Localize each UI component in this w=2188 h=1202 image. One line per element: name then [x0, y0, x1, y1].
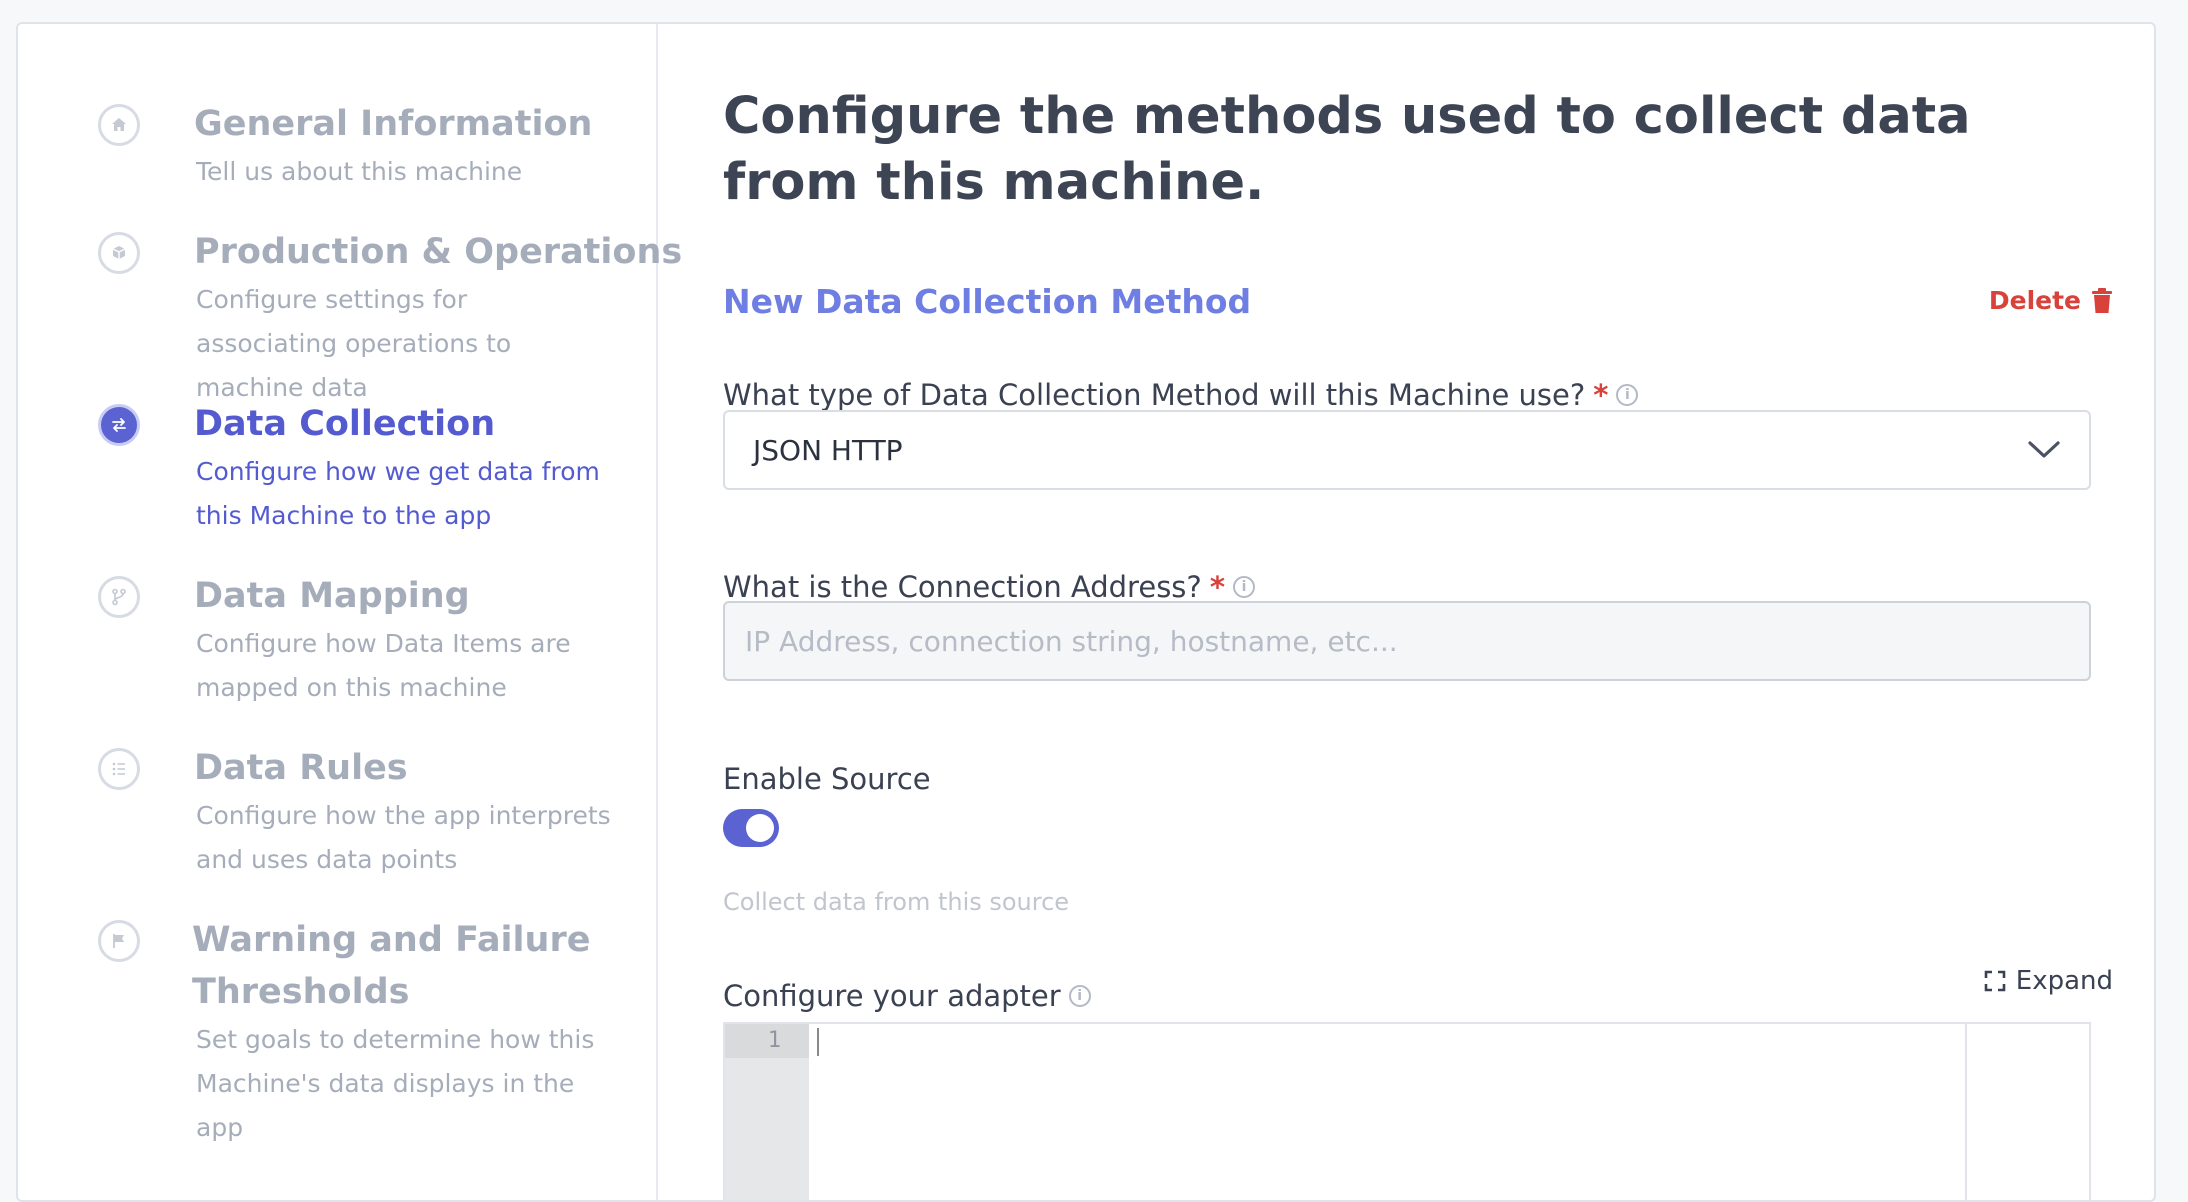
delete-button[interactable]: Delete: [1989, 286, 2113, 315]
adapter-config-label: Configure your adapter i: [723, 979, 1091, 1013]
list-icon: [98, 748, 140, 790]
step-title: General Information: [194, 104, 593, 144]
method-type-select[interactable]: JSON HTTP: [723, 410, 2091, 490]
editor-minimap: [1965, 1024, 2089, 1200]
step-title: Production & Operations: [194, 232, 683, 272]
trash-icon: [2092, 287, 2112, 313]
step-description: Configure how we get data from this Mach…: [196, 457, 600, 530]
expand-button[interactable]: Expand: [1984, 966, 2113, 996]
main-panel: Configure the methods used to collect da…: [723, 24, 2113, 1200]
step-description: Tell us about this machine: [196, 157, 523, 186]
home-icon: [98, 104, 140, 146]
expand-label: Expand: [2015, 966, 2113, 996]
step-description: Configure how the app interprets and use…: [196, 801, 611, 874]
chevron-down-icon: [2028, 441, 2060, 458]
step-description: Configure settings for associating opera…: [196, 285, 512, 402]
wizard-card: General Information Tell us about this m…: [16, 22, 2156, 1202]
editor-gutter: 1: [725, 1024, 809, 1200]
expand-icon: [1984, 970, 2006, 992]
delete-label: Delete: [1988, 286, 2081, 315]
step-description: Set goals to determine how this Machine'…: [196, 1025, 595, 1142]
page-title: Configure the methods used to collect da…: [723, 87, 1971, 212]
step-title: Data Collection: [194, 404, 496, 444]
method-type-label: What type of Data Collection Method will…: [723, 378, 1639, 412]
section-title: New Data Collection Method: [723, 282, 1252, 321]
connection-address-input[interactable]: [723, 601, 2091, 681]
step-title: Data Mapping: [194, 576, 470, 616]
adapter-code-editor[interactable]: 1: [723, 1022, 2091, 1200]
text-caret: [817, 1028, 819, 1056]
connection-address-label: What is the Connection Address? * i: [723, 570, 1255, 604]
line-number: 1: [725, 1024, 809, 1058]
flag-icon: [98, 920, 140, 962]
enable-source-toggle[interactable]: [723, 809, 779, 847]
enable-source-hint: Collect data from this source: [723, 888, 1070, 916]
step-title: Data Rules: [194, 748, 408, 788]
branch-icon: [98, 576, 140, 618]
required-mark: *: [1593, 378, 1609, 412]
method-type-value: JSON HTTP: [753, 433, 903, 467]
info-icon[interactable]: i: [1068, 985, 1091, 1007]
step-description: Configure how Data Items are mapped on t…: [196, 629, 571, 702]
box-icon: [98, 232, 140, 274]
enable-source-label: Enable Source: [723, 762, 931, 796]
step-title: Warning and Failure Thresholds: [192, 920, 591, 1012]
swap-icon: [98, 404, 140, 446]
required-mark: *: [1209, 570, 1225, 604]
info-icon[interactable]: i: [1616, 384, 1639, 406]
editor-code-area[interactable]: [809, 1024, 1965, 1200]
info-icon[interactable]: i: [1232, 576, 1255, 598]
wizard-steps-sidebar: General Information Tell us about this m…: [18, 24, 683, 1200]
toggle-knob: [746, 814, 774, 842]
